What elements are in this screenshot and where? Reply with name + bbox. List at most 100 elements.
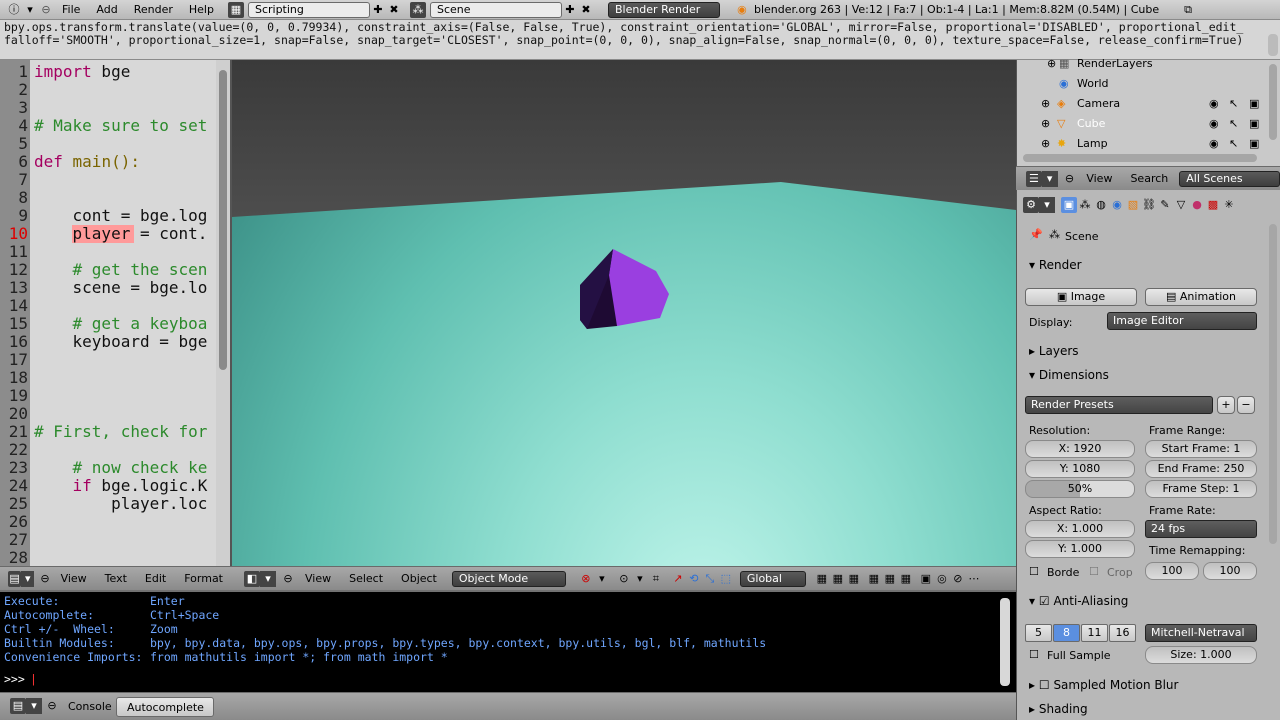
text-editor-scrollbar-thumb[interactable] [219, 70, 227, 370]
cursor-select-icon[interactable]: ↖ [1229, 94, 1238, 114]
resolution-percent-slider[interactable]: 50% [1025, 480, 1135, 498]
resolution-y-field[interactable]: Y: 1080 [1025, 460, 1135, 478]
menu-select[interactable]: Select [340, 567, 392, 591]
render-presets-select[interactable]: Render Presets [1025, 396, 1213, 414]
collapse-icon[interactable]: ⊖ [1062, 171, 1078, 187]
world-tab-icon[interactable]: ◉ [1109, 197, 1125, 213]
layers-grid-icon[interactable]: ▦ [882, 571, 898, 587]
console-type-icon[interactable]: ▤ [10, 698, 26, 714]
render-visibility-icon[interactable]: ▣ [1249, 134, 1259, 154]
aa-sample-button[interactable]: 5 [1025, 624, 1052, 642]
render-visibility-icon[interactable]: ▣ [1249, 114, 1259, 134]
menu-help[interactable]: Help [181, 0, 222, 20]
outliner-filter-select[interactable]: All Scenes [1179, 170, 1280, 187]
layers-grid-icon[interactable]: ▦ [830, 571, 846, 587]
pin-icon[interactable]: 📌 [1029, 228, 1043, 241]
viewport-type-icon[interactable]: ◧ [244, 570, 260, 587]
physics-tab-icon[interactable]: ✳ [1221, 197, 1237, 213]
menu-render[interactable]: Render [126, 0, 181, 20]
start-frame-field[interactable]: Start Frame: 1 [1145, 440, 1257, 458]
remove-preset-button[interactable]: − [1237, 396, 1255, 414]
viewport-shading-icon[interactable]: ⊗ [578, 571, 594, 587]
render-layers-tab-icon[interactable]: ⁂ [1077, 197, 1093, 213]
console-scrollbar[interactable] [1000, 598, 1010, 686]
chevron-down-icon[interactable]: ▾ [260, 570, 276, 587]
scene-select[interactable]: Scene [429, 1, 562, 18]
outliner-item[interactable]: ⊕ ▦ RenderLayers [1017, 54, 1280, 74]
code-line[interactable]: scene = bge.lo [34, 278, 208, 297]
outliner-item-label[interactable]: Cube [1077, 114, 1105, 134]
delete-screen-icon[interactable]: ✖ [386, 2, 402, 18]
collapse-icon[interactable]: ⊖ [38, 571, 51, 587]
constraints-tab-icon[interactable]: ⛓ [1141, 197, 1157, 213]
scene-tab-icon[interactable]: ◍ [1093, 197, 1109, 213]
pivot-point-icon[interactable]: ⊙ [616, 571, 632, 587]
layers-grid-icon[interactable]: ▦ [846, 571, 862, 587]
menu-view[interactable]: View [1077, 167, 1121, 191]
antialiasing-panel-header[interactable]: ▾ ☑ Anti-Aliasing [1029, 590, 1273, 612]
end-frame-field[interactable]: End Frame: 250 [1145, 460, 1257, 478]
render-tab-icon[interactable]: ▣ [1061, 197, 1077, 213]
outliner-item[interactable]: ◉ World [1017, 74, 1280, 94]
aspect-x-field[interactable]: X: 1.000 [1025, 520, 1135, 538]
resolution-x-field[interactable]: X: 1920 [1025, 440, 1135, 458]
screen-layout-select[interactable]: Scripting [247, 1, 370, 18]
aa-size-field[interactable]: Size: 1.000 [1145, 646, 1257, 664]
aa-filter-select[interactable]: Mitchell-Netraval [1145, 624, 1257, 642]
outliner-vscroll[interactable] [1269, 64, 1277, 140]
aspect-y-field[interactable]: Y: 1.000 [1025, 540, 1135, 558]
chevron-down-icon[interactable]: ▾ [1039, 197, 1055, 213]
outliner-item[interactable]: ⊕ ▽ Cube ◉ ↖ ▣ [1017, 114, 1280, 134]
3d-viewport[interactable] [232, 60, 1016, 566]
properties-scrollbar[interactable] [1269, 224, 1277, 544]
properties-type-icon[interactable]: ⚙ [1023, 197, 1039, 213]
remap-old-field[interactable]: 100 [1145, 562, 1199, 580]
eye-icon[interactable]: ◉ [1209, 134, 1219, 154]
menu-object[interactable]: Object [392, 567, 446, 591]
dimensions-panel-header[interactable]: ▾ Dimensions [1029, 364, 1273, 386]
render-image-button[interactable]: ▣ Image [1025, 288, 1137, 306]
code-line[interactable]: cont = bge.log [34, 206, 208, 225]
expand-icon[interactable]: ⊕ [1047, 54, 1056, 74]
code-line[interactable]: import bge [34, 62, 130, 81]
delete-scene-icon[interactable]: ✖ [578, 2, 594, 18]
layout-icon[interactable]: ▦ [227, 1, 244, 18]
cursor-select-icon[interactable]: ↖ [1229, 134, 1238, 154]
motion-blur-checkbox[interactable]: ☐ [1039, 678, 1050, 692]
scene-icon[interactable]: ⁂ [409, 1, 426, 18]
border-checkbox[interactable]: ☐ [1029, 565, 1039, 578]
chevron-down-icon[interactable]: ▾ [21, 570, 35, 587]
aa-sample-button[interactable]: 8 [1053, 624, 1080, 642]
add-preset-button[interactable]: + [1217, 396, 1235, 414]
material-tab-icon[interactable]: ● [1189, 197, 1205, 213]
menu-format[interactable]: Format [175, 567, 232, 591]
outliner-item-label[interactable]: Camera [1077, 94, 1120, 114]
layers-grid-icon[interactable]: ▦ [898, 571, 914, 587]
code-line[interactable]: # now check ke [34, 458, 208, 477]
snap-target-icon[interactable]: ⋯ [966, 571, 982, 587]
manipulator-icon[interactable]: ⌗ [648, 571, 664, 587]
texture-tab-icon[interactable]: ▩ [1205, 197, 1221, 213]
render-preview-icon[interactable]: ◎ [934, 571, 950, 587]
layers-grid-icon[interactable]: ▦ [814, 571, 830, 587]
object-tab-icon[interactable]: ▧ [1125, 197, 1141, 213]
expand-icon[interactable]: ⊕ [1041, 114, 1050, 134]
text-editor-type-icon[interactable]: ▤ [8, 570, 22, 587]
outliner-item[interactable]: ⊕ ✸ Lamp ◉ ↖ ▣ [1017, 134, 1280, 154]
eye-icon[interactable]: ◉ [1209, 114, 1219, 134]
menu-add[interactable]: Add [88, 0, 125, 20]
frame-step-field[interactable]: Frame Step: 1 [1145, 480, 1257, 498]
menu-view[interactable]: View [296, 567, 340, 591]
layers-grid-icon[interactable]: ▦ [866, 571, 882, 587]
data-tab-icon[interactable]: ▽ [1173, 197, 1189, 213]
eye-icon[interactable]: ◉ [1209, 94, 1219, 114]
outliner-scrollbar[interactable] [1023, 154, 1257, 162]
display-select[interactable]: Image Editor [1107, 312, 1257, 330]
mode-select[interactable]: Object Mode [451, 570, 566, 587]
lock-layer-icon[interactable]: ▣ [918, 571, 934, 587]
render-engine-select[interactable]: Blender Render [607, 1, 720, 18]
outliner-type-icon[interactable]: ☰ [1026, 170, 1042, 187]
cursor-select-icon[interactable]: ↖ [1229, 114, 1238, 134]
chevron-down-icon[interactable]: ▾ [1041, 170, 1058, 187]
python-console[interactable]: Execute: Enter Autocomplete: Ctrl+Space Ctrl… [0, 592, 1016, 692]
